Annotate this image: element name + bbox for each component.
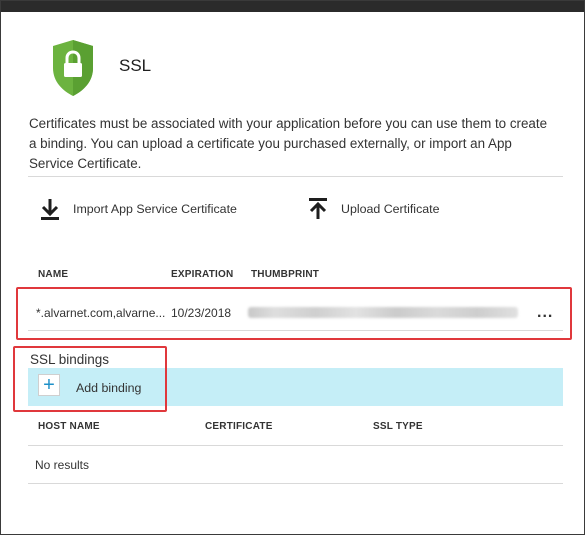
highlight-certificate-row bbox=[16, 287, 572, 340]
column-header-thumbprint: THUMBPRINT bbox=[251, 269, 320, 280]
page-title: SSL bbox=[119, 56, 152, 75]
column-header-ssl-type: SSL TYPE bbox=[373, 421, 423, 432]
lock-shield-icon bbox=[53, 40, 93, 96]
table-divider bbox=[28, 483, 563, 484]
import-button-label: Import App Service Certificate bbox=[73, 202, 237, 216]
upload-button-label: Upload Certificate bbox=[341, 202, 440, 216]
upload-arrow-icon bbox=[309, 198, 327, 219]
import-app-service-certificate-button[interactable]: Import App Service Certificate bbox=[39, 197, 237, 221]
column-header-certificate: CERTIFICATE bbox=[205, 421, 273, 432]
column-header-name: NAME bbox=[38, 269, 69, 280]
divider bbox=[28, 176, 563, 177]
column-header-host-name: HOST NAME bbox=[38, 421, 100, 432]
upload-certificate-button[interactable]: Upload Certificate bbox=[307, 197, 439, 221]
highlight-ssl-bindings bbox=[13, 346, 167, 412]
description-text: Certificates must be associated with you… bbox=[29, 116, 548, 171]
column-header-expiration: EXPIRATION bbox=[171, 269, 234, 280]
no-results-text: No results bbox=[35, 458, 90, 472]
table-divider bbox=[28, 445, 563, 446]
download-arrow-icon bbox=[41, 199, 59, 220]
